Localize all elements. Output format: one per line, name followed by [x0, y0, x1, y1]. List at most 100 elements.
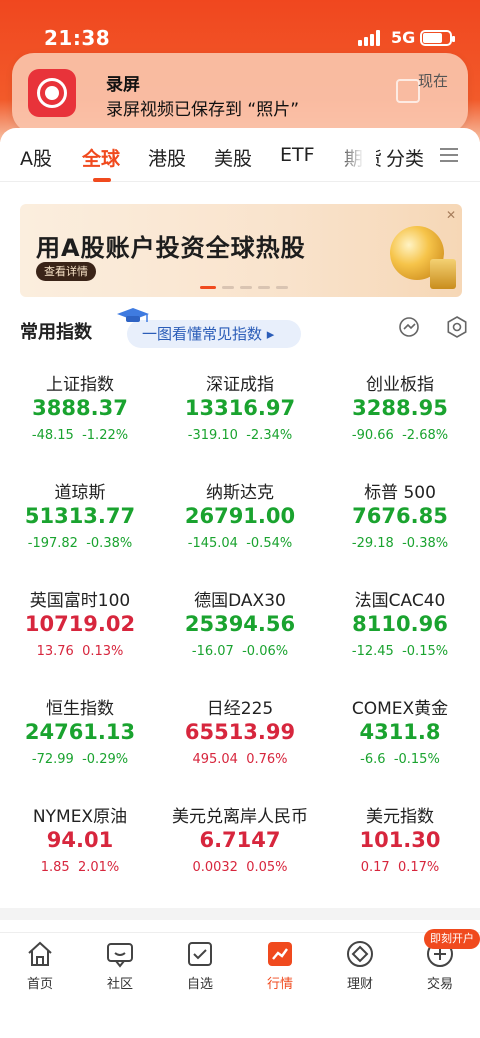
nav-community[interactable]: 社区: [80, 939, 160, 999]
nav-label: 首页: [26, 977, 53, 992]
section-divider: [0, 908, 480, 920]
index-card[interactable]: 美元兑离岸人民币 6.7147 0.0032 0.05%: [160, 792, 320, 892]
settings-icon[interactable]: [446, 316, 468, 338]
tab-fade: [336, 138, 376, 174]
banner-title: 用A股账户投资全球热股: [36, 234, 306, 262]
index-card[interactable]: 上证指数 3888.37 -48.15 -1.22%: [0, 360, 160, 460]
indices-guide-link[interactable]: 一图看懂常见指数 ▸: [127, 320, 301, 348]
index-price: 24761.13: [24, 720, 136, 744]
nav-wealth[interactable]: 理财: [320, 939, 400, 999]
battery-icon: [420, 30, 455, 46]
status-bar: 21:38 5G: [0, 0, 480, 52]
index-change: -319.10 -2.34%: [187, 428, 293, 443]
banner-details-button[interactable]: 查看详情: [36, 262, 96, 281]
index-card[interactable]: NYMEX原油 94.01 1.85 2.01%: [0, 792, 160, 892]
index-name: 日经225: [206, 699, 274, 719]
index-change: 13.76 0.13%: [36, 644, 124, 659]
screen-recording-notification[interactable]: 录屏 录屏视频已保存到 “照片” 现在: [12, 53, 468, 133]
index-card[interactable]: 纳斯达克 26791.00 -145.04 -0.54%: [160, 468, 320, 568]
index-change: 1.85 2.01%: [40, 860, 120, 875]
tab-a-shares[interactable]: A股: [20, 144, 52, 171]
open-account-badge[interactable]: 即刻开户: [424, 929, 480, 949]
share-icon: [396, 79, 420, 103]
index-name: 创业板指: [366, 375, 434, 395]
index-name: 美元指数: [366, 807, 434, 827]
chart-icon: [268, 942, 292, 966]
index-name: 法国CAC40: [354, 591, 446, 611]
wealth-icon: [347, 941, 373, 967]
promo-banner[interactable]: 用A股账户投资全球热股 查看详情 ✕: [20, 204, 462, 297]
notification-time: 现在: [417, 72, 448, 90]
nav-label: 交易: [426, 977, 453, 992]
index-card[interactable]: 恒生指数 24761.13 -72.99 -0.29%: [0, 684, 160, 784]
nav-label: 行情: [266, 977, 293, 992]
index-card[interactable]: 道琼斯 51313.77 -197.82 -0.38%: [0, 468, 160, 568]
index-card[interactable]: 法国CAC40 8110.96 -12.45 -0.15%: [320, 576, 480, 676]
common-indices-header: 常用指数 一图看懂常见指数 ▸: [0, 308, 480, 348]
nav-label: 自选: [186, 977, 213, 992]
index-price: 3288.95: [352, 396, 448, 420]
index-price: 8110.96: [352, 612, 448, 636]
index-change: 495.04 0.76%: [192, 752, 288, 767]
index-price: 7676.85: [352, 504, 448, 528]
tab-us-stocks[interactable]: 美股: [214, 144, 252, 171]
menu-icon[interactable]: [440, 148, 458, 162]
nav-label: 社区: [106, 977, 133, 992]
banner-close-icon[interactable]: ✕: [446, 208, 456, 222]
nav-label: 理财: [346, 977, 373, 992]
index-change: -12.45 -0.15%: [351, 644, 449, 659]
tab-hk-stocks[interactable]: 港股: [148, 144, 186, 171]
index-change: -16.07 -0.06%: [191, 644, 289, 659]
tab-etf[interactable]: ETF: [280, 144, 315, 166]
index-name: 标普 500: [364, 483, 436, 503]
nav-watchlist[interactable]: 自选: [160, 939, 240, 999]
index-card[interactable]: 日经225 65513.99 495.04 0.76%: [160, 684, 320, 784]
index-price: 4311.8: [359, 720, 441, 744]
active-tab-indicator: [93, 178, 111, 182]
index-card[interactable]: 德国DAX30 25394.56 -16.07 -0.06%: [160, 576, 320, 676]
notification-title: 录屏: [106, 75, 140, 95]
nav-market[interactable]: 行情: [240, 939, 320, 999]
index-name: COMEX黄金: [351, 699, 449, 719]
tab-global[interactable]: 全球: [82, 144, 120, 171]
index-change: -145.04 -0.54%: [187, 536, 293, 551]
index-price: 13316.97: [184, 396, 296, 420]
signal-icon: [358, 30, 384, 46]
index-change: -72.99 -0.29%: [31, 752, 129, 767]
refresh-icon[interactable]: [398, 316, 420, 338]
screen-record-icon: [28, 69, 76, 117]
index-name: 上证指数: [46, 375, 114, 395]
index-card[interactable]: 标普 500 7676.85 -29.18 -0.38%: [320, 468, 480, 568]
tab-categories[interactable]: 分类: [386, 144, 424, 171]
index-change: -6.6 -0.15%: [360, 752, 440, 767]
index-price: 94.01: [46, 828, 114, 852]
index-name: 纳斯达克: [206, 483, 274, 503]
checklist-icon: [188, 942, 212, 966]
index-price: 6.7147: [199, 828, 281, 852]
index-change: -90.66 -2.68%: [351, 428, 449, 443]
index-price: 101.30: [359, 828, 441, 852]
section-title: 常用指数: [20, 322, 92, 343]
index-price: 10719.02: [24, 612, 136, 636]
index-card[interactable]: COMEX黄金 4311.8 -6.6 -0.15%: [320, 684, 480, 784]
index-card[interactable]: 深证成指 13316.97 -319.10 -2.34%: [160, 360, 320, 460]
index-change: 0.0032 0.05%: [192, 860, 288, 875]
index-price: 3888.37: [32, 396, 128, 420]
network-type: 5G: [391, 28, 416, 47]
index-name: NYMEX原油: [32, 807, 128, 827]
index-name: 深证成指: [206, 375, 274, 395]
index-name: 美元兑离岸人民币: [172, 807, 308, 827]
nav-home[interactable]: 首页: [0, 939, 80, 999]
market-page: A股 全球 港股 美股 ETF 期货 分类 用A股账户投资全球热股 查看详情 ✕…: [0, 128, 480, 1038]
index-change: -29.18 -0.38%: [351, 536, 449, 551]
index-name: 恒生指数: [46, 699, 114, 719]
index-card[interactable]: 英国富时100 10719.02 13.76 0.13%: [0, 576, 160, 676]
index-card[interactable]: 美元指数 101.30 0.17 0.17%: [320, 792, 480, 892]
index-name: 德国DAX30: [194, 591, 286, 611]
index-card[interactable]: 创业板指 3288.95 -90.66 -2.68%: [320, 360, 480, 460]
status-time: 21:38: [44, 26, 111, 50]
bottom-nav: 首页 社区 自选 行情 理财 交易 即刻开户: [0, 929, 480, 1038]
index-name: 道琼斯: [54, 483, 106, 503]
index-price: 51313.77: [24, 504, 136, 528]
index-change: -197.82 -0.38%: [27, 536, 133, 551]
